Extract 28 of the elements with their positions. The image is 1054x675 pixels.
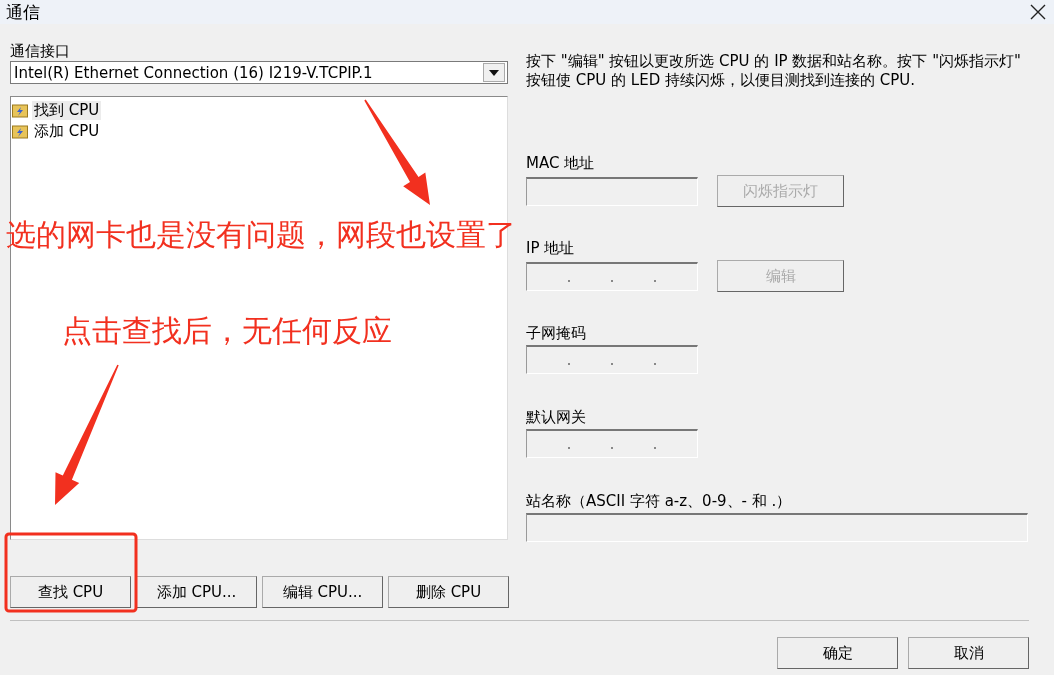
ip-field[interactable] bbox=[526, 345, 698, 374]
dialog-button[interactable]: 确定 bbox=[777, 637, 898, 669]
cpu-button[interactable]: 查找 CPU bbox=[10, 576, 131, 608]
annotation-note: 选的网卡也是没有问题，网段也设置了 bbox=[6, 217, 516, 253]
ip-field[interactable] bbox=[526, 429, 698, 458]
field-label: 子网掩码 bbox=[526, 324, 587, 342]
mac-field[interactable] bbox=[526, 176, 698, 206]
station-name-field[interactable] bbox=[526, 513, 1028, 542]
cpu-button[interactable]: 编辑 CPU... bbox=[262, 576, 383, 608]
cpu-button[interactable]: 删除 CPU bbox=[388, 576, 509, 608]
interface-dropdown[interactable]: Intel(R) Ethernet Connection (16) I219-V.TCPIP.1 bbox=[10, 61, 508, 84]
folder-icon bbox=[12, 124, 28, 139]
field-label: MAC 地址 bbox=[526, 154, 596, 172]
field-label: 站名称（ASCII 字符 a-z、0-9、- 和 .） bbox=[526, 492, 793, 510]
folder-icon bbox=[12, 103, 28, 118]
caret-icon bbox=[489, 69, 499, 76]
ip-field[interactable] bbox=[526, 261, 698, 291]
window-title: 通信 bbox=[6, 0, 40, 24]
interface-label: 通信接口 bbox=[10, 42, 71, 60]
description-text: 按下 "编辑" 按钮以更改所选 CPU 的 IP 数据和站名称。按下 "闪烁指示灯" 按钮使 CPU 的 LED 持续闪烁，以便目测找到连接的 CPU. bbox=[526, 52, 1022, 90]
field-label: IP 地址 bbox=[526, 239, 576, 257]
dialog-button[interactable]: 取消 bbox=[908, 637, 1029, 669]
field-label: 默认网关 bbox=[526, 408, 587, 426]
tree-item[interactable]: 找到 CPU bbox=[32, 101, 102, 120]
close-icon[interactable] bbox=[1030, 4, 1046, 20]
annotation-note: 点击查找后，无任何反应 bbox=[62, 313, 392, 349]
tree-item[interactable]: 添加 CPU bbox=[32, 122, 102, 141]
cpu-button[interactable]: 添加 CPU... bbox=[136, 576, 257, 608]
